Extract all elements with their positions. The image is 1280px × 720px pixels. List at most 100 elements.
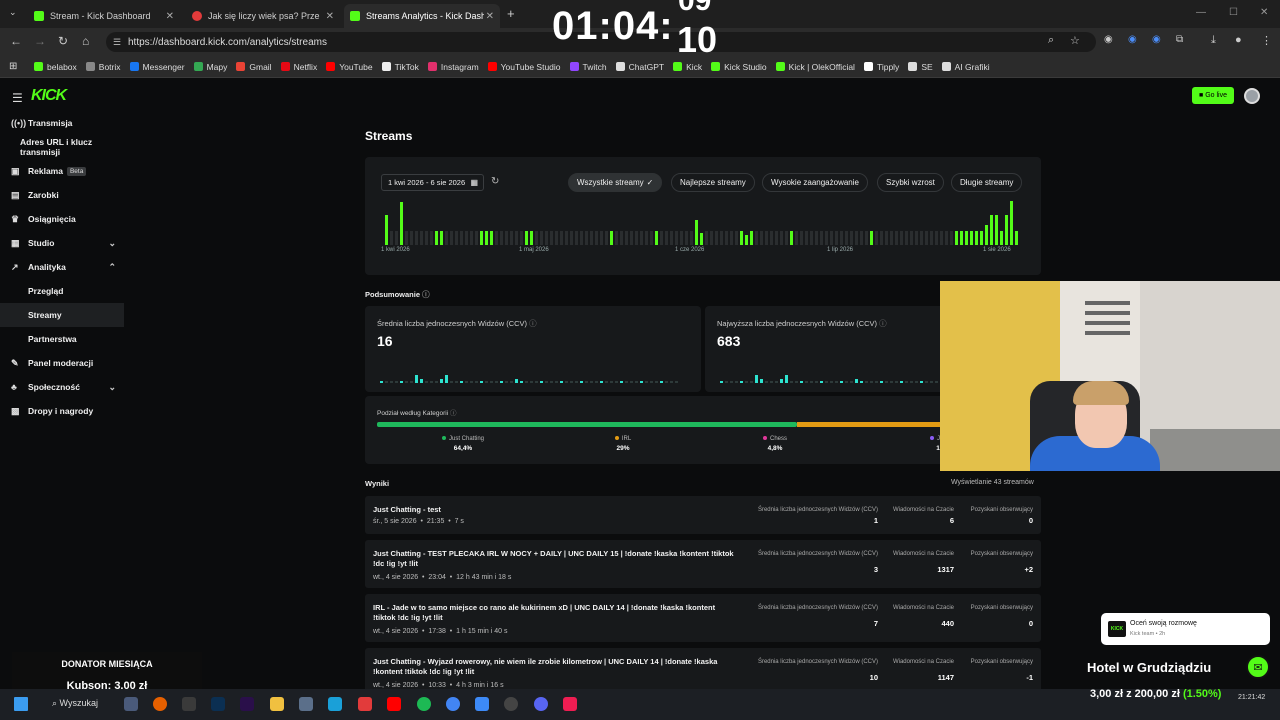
site-info-icon[interactable]: ☰ <box>113 37 121 48</box>
bookmark-item[interactable]: Mapy <box>193 62 227 72</box>
bookmark-item[interactable]: ChatGPT <box>615 62 664 72</box>
tab-list-icon[interactable]: ⌄ <box>9 7 17 18</box>
extension-icon[interactable]: ◉ <box>1152 34 1161 45</box>
filter-fast-growth[interactable]: Szybki wzrost <box>877 173 944 192</box>
bookmark-item[interactable]: SE <box>908 62 933 72</box>
file-explorer-icon[interactable] <box>270 697 284 711</box>
date-range-picker[interactable]: 1 kwi 2026 - 6 sie 2026 ▦ <box>381 174 484 191</box>
spark-bar <box>540 381 543 383</box>
avatar[interactable] <box>1244 88 1260 104</box>
chat-bubble-icon[interactable]: ✉ <box>1246 655 1270 679</box>
bookmark-item[interactable]: Instagram <box>427 62 479 72</box>
bookmark-item[interactable]: YouTube <box>326 62 373 72</box>
bookmark-item[interactable]: TikTok <box>381 62 419 72</box>
tab-stream-dashboard[interactable]: Stream - Kick Dashboard ✕ <box>28 4 180 28</box>
apps-grid-icon[interactable]: ⊞ <box>9 61 17 72</box>
extension-icon[interactable]: ◉ <box>1104 34 1113 45</box>
info-icon[interactable]: ⓘ <box>529 319 537 328</box>
bookmark-item[interactable]: belabox <box>34 62 77 72</box>
bookmark-item[interactable]: YouTube Studio <box>487 62 561 72</box>
task-view-icon[interactable] <box>124 697 138 711</box>
tab-streams-analytics[interactable]: Streams Analytics - Kick Dashb ✕ <box>344 4 500 28</box>
youtube-icon[interactable] <box>387 697 401 711</box>
firefox-icon[interactable] <box>153 697 167 711</box>
discord-icon[interactable] <box>534 697 548 711</box>
table-row[interactable]: IRL - Jade w to samo miejsce co rano ale… <box>365 594 1041 642</box>
info-icon[interactable]: ⓘ <box>422 290 430 299</box>
calculator-icon[interactable] <box>299 697 313 711</box>
sidebar-item-przeglad[interactable]: Przegląd <box>0 279 130 303</box>
sidebar-item-transmisja[interactable]: ((•)) Transmisja <box>0 111 130 135</box>
sidebar-item-partnerstwa[interactable]: Partnerstwa <box>0 327 130 351</box>
minimize-icon[interactable]: — <box>1196 7 1206 18</box>
info-icon[interactable]: ⓘ <box>450 410 457 417</box>
windows-start-icon[interactable] <box>14 697 28 711</box>
bookmark-item[interactable]: Kick <box>673 62 702 72</box>
tiktok-icon[interactable] <box>563 697 577 711</box>
sidebar-item-analityka[interactable]: ↗ Analityka ⌃ <box>0 255 130 279</box>
reset-icon[interactable]: ↻ <box>491 176 499 187</box>
rate-conversation-notification[interactable]: KICK Oceń swoją rozmowę Kick team • 2h <box>1101 613 1270 645</box>
bookmark-star-icon[interactable]: ☆ <box>1070 34 1080 47</box>
sidebar-item-zarobki[interactable]: ▤ Zarobki <box>0 183 130 207</box>
notepad-icon[interactable] <box>328 697 342 711</box>
info-icon[interactable]: ⓘ <box>879 319 887 328</box>
filter-best-streams[interactable]: Najlepsze streamy <box>671 173 755 192</box>
forward-icon[interactable]: → <box>34 34 46 48</box>
close-icon[interactable]: ✕ <box>486 11 494 22</box>
new-tab-icon[interactable]: + <box>507 6 515 21</box>
reload-icon[interactable]: ↻ <box>58 34 68 48</box>
maximize-icon[interactable]: ☐ <box>1229 7 1238 18</box>
sidebar-item-panel-moderacji[interactable]: ✎ Panel moderacji <box>0 351 130 375</box>
extensions-puzzle-icon[interactable]: ⧉ <box>1176 34 1183 45</box>
column-header-follows: Pozyskani obserwujący <box>970 605 1033 611</box>
bookmark-item[interactable]: Kick | OlekOfficial <box>775 62 855 72</box>
tab-dog-age[interactable]: Jak się liczy wiek psa? Przelicznik ✕ <box>186 4 340 28</box>
filter-long-streams[interactable]: Długie streamy <box>951 173 1023 192</box>
app-icon[interactable] <box>475 697 489 711</box>
column-header-ccv: Średnia liczba jednoczesnych Widzów (CCV… <box>757 659 878 665</box>
bookmark-item[interactable]: Twitch <box>569 62 607 72</box>
chart-bar <box>665 231 668 245</box>
bookmark-item[interactable]: Gmail <box>236 62 272 72</box>
bookmark-item[interactable]: AI Grafiki <box>941 62 990 72</box>
sidebar-item-spolecznosc[interactable]: ♣ Społeczność ⌄ <box>0 375 130 399</box>
bookmark-item[interactable]: Botrix <box>85 62 121 72</box>
back-icon[interactable]: ← <box>10 34 22 48</box>
taskbar-search[interactable]: ⌕ Wyszukaj <box>52 698 98 709</box>
go-live-button[interactable]: ■ Go live <box>1192 87 1234 104</box>
app-icon[interactable] <box>358 697 372 711</box>
filter-all-streams[interactable]: Wszystkie streamy ✓ <box>568 173 663 192</box>
sidebar-item-studio[interactable]: ▦ Studio ⌄ <box>0 231 130 255</box>
hamburger-menu-icon[interactable]: ☰ <box>12 91 23 105</box>
kick-logo[interactable]: KICK <box>31 87 67 105</box>
bookmark-item[interactable]: Kick Studio <box>711 62 767 72</box>
bookmark-item[interactable]: Messenger <box>129 62 185 72</box>
app-icon[interactable] <box>182 697 196 711</box>
premiere-icon[interactable] <box>240 697 254 711</box>
photoshop-icon[interactable] <box>211 697 225 711</box>
system-clock[interactable]: 21:21:42 <box>1238 694 1265 701</box>
extension-icon[interactable]: ◉ <box>1128 34 1137 45</box>
sidebar-item-streamy[interactable]: Streamy <box>0 303 124 327</box>
close-icon[interactable]: ✕ <box>326 11 334 22</box>
chrome-icon[interactable] <box>446 697 460 711</box>
sidebar-item-osiagniecia[interactable]: ♛ Osiągnięcia <box>0 207 130 231</box>
sidebar-item-dropy[interactable]: ▩ Dropy i nagrody <box>0 399 130 423</box>
sidebar-item-reklama[interactable]: ▣ Reklama Beta <box>0 159 130 183</box>
spotify-icon[interactable] <box>417 697 431 711</box>
profile-icon[interactable]: ● <box>1235 34 1242 46</box>
zoom-icon[interactable]: ⌕ <box>1048 34 1054 47</box>
menu-kebab-icon[interactable]: ⋮ <box>1261 34 1272 47</box>
filter-high-engagement[interactable]: Wysokie zaangażowanie <box>762 173 868 192</box>
bookmark-item[interactable]: Netflix <box>280 62 317 72</box>
close-icon[interactable]: ✕ <box>166 11 174 22</box>
table-row[interactable]: Just Chatting - TEST PLECAKA IRL W NOCY … <box>365 540 1041 588</box>
sidebar-item-stream-url[interactable]: Adres URL i klucz transmisji <box>0 135 130 159</box>
window-close-icon[interactable]: ✕ <box>1260 7 1268 18</box>
bookmark-item[interactable]: Tipply <box>863 62 899 72</box>
table-row[interactable]: Just Chatting - test śr., 5 sie 2026 • 21… <box>365 496 1041 534</box>
download-icon[interactable]: ⤓ <box>1211 34 1216 47</box>
home-icon[interactable]: ⌂ <box>82 34 89 48</box>
obs-icon[interactable] <box>504 697 518 711</box>
